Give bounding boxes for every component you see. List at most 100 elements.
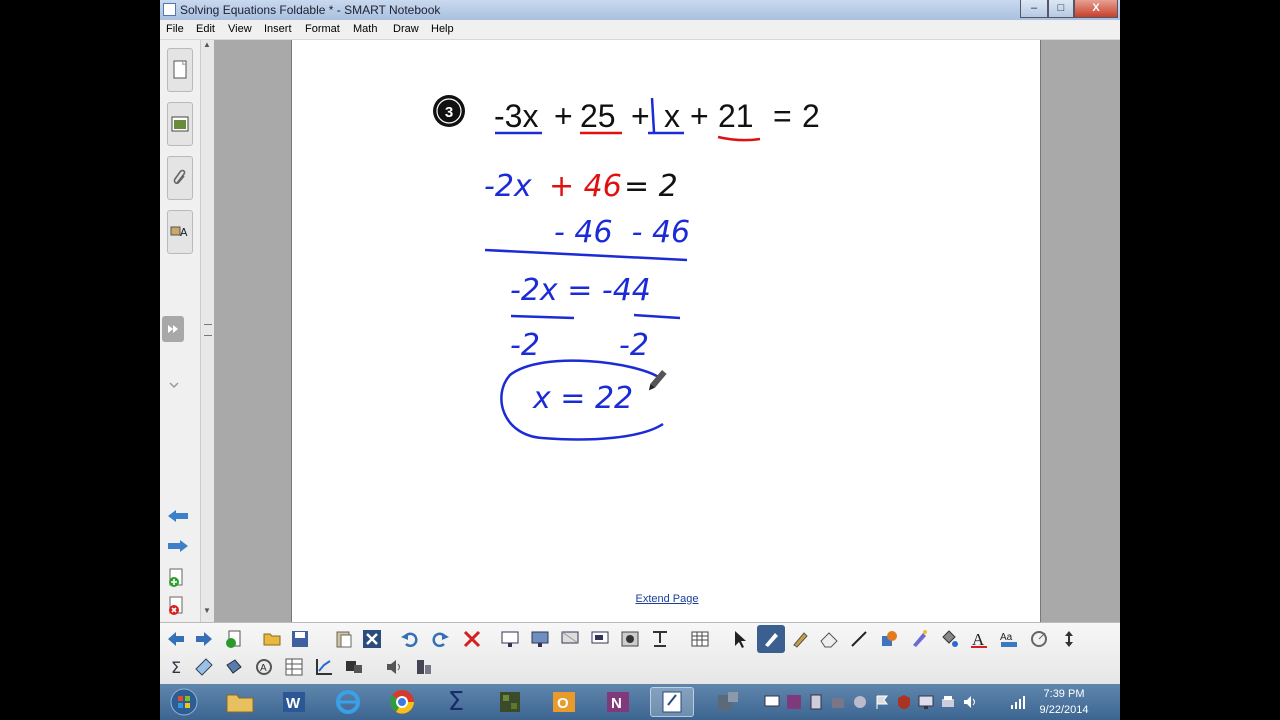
sum-button[interactable]: Σ	[164, 655, 188, 679]
select-tool-button[interactable]	[728, 627, 752, 651]
tray-onenote-icon[interactable]	[786, 694, 802, 710]
taskbar-tools[interactable]	[706, 687, 750, 717]
previous-page-button[interactable]	[164, 627, 188, 651]
menu-view[interactable]: View	[228, 23, 252, 35]
undo-button[interactable]	[398, 627, 422, 651]
tray-network-icon[interactable]	[1010, 694, 1026, 710]
menu-file[interactable]: File	[166, 23, 184, 35]
tray-settings-icon[interactable]	[852, 694, 868, 710]
screen-capture-button[interactable]	[588, 627, 612, 651]
dual-view-button[interactable]	[558, 627, 582, 651]
chevron-down-icon	[168, 376, 180, 389]
close-button[interactable]: X	[1074, 0, 1118, 18]
taskbar-explorer[interactable]	[218, 687, 262, 717]
paste-button[interactable]	[332, 627, 356, 651]
activity-builder-button[interactable]	[342, 655, 366, 679]
clock-date[interactable]: 9/22/2014	[1034, 704, 1094, 716]
open-file-button[interactable]	[260, 627, 284, 651]
start-button[interactable]	[162, 687, 206, 717]
geometry-button[interactable]	[412, 655, 436, 679]
properties-tab[interactable]: A	[167, 210, 193, 254]
menu-draw[interactable]: Draw	[393, 23, 419, 35]
gallery-button[interactable]	[618, 627, 642, 651]
properties-button[interactable]: Aa	[997, 627, 1021, 651]
tray-device-icon[interactable]	[808, 694, 824, 710]
svg-text:Aa: Aa	[1000, 632, 1013, 643]
back-arrow-icon[interactable]	[166, 508, 190, 529]
spreadsheet-button[interactable]	[282, 655, 306, 679]
taskbar-outlook[interactable]: O	[542, 687, 586, 717]
gallery-tab[interactable]	[167, 102, 193, 146]
tray-smart-board-icon[interactable]	[764, 694, 780, 710]
delete-button[interactable]	[360, 627, 384, 651]
scroll-up-icon[interactable]: ▲	[203, 40, 213, 50]
add-page-icon[interactable]	[168, 568, 186, 593]
save-button[interactable]	[288, 627, 312, 651]
screen-shade-button[interactable]	[498, 627, 522, 651]
taskbar-onenote[interactable]: N	[596, 687, 640, 717]
clear-button[interactable]	[460, 627, 484, 651]
tray-flag-icon[interactable]	[874, 694, 890, 710]
ruler-button[interactable]	[192, 655, 216, 679]
taskbar-internet-explorer[interactable]	[326, 687, 370, 717]
tray-tools-icon[interactable]	[830, 694, 846, 710]
taskbar-smart-math[interactable]: Σ	[434, 687, 478, 717]
sidebar-scrollbar[interactable]: ▲ ▼	[200, 40, 214, 622]
menu-edit[interactable]: Edit	[196, 23, 215, 35]
geometry-icon	[417, 660, 431, 674]
attachments-tab[interactable]	[167, 156, 193, 200]
add-page-button[interactable]	[222, 627, 246, 651]
clock-time[interactable]: 7:39 PM	[1039, 688, 1089, 700]
text-tool-button[interactable]: A	[967, 627, 991, 651]
protractor-icon	[1031, 631, 1047, 647]
sound-button[interactable]	[382, 655, 406, 679]
math-tools-button[interactable]: A	[252, 655, 276, 679]
extend-page-link[interactable]: Extend Page	[292, 593, 1042, 605]
forward-arrow-icon[interactable]	[166, 538, 190, 559]
menu-help[interactable]: Help	[431, 23, 454, 35]
measurement-tools-button[interactable]	[1027, 627, 1051, 651]
collapse-sidebar-button[interactable]	[162, 316, 184, 342]
taskbar-game[interactable]	[488, 687, 532, 717]
toolbar-move-button[interactable]	[1057, 627, 1081, 651]
tray-display-icon[interactable]	[918, 694, 934, 710]
scroll-down-icon[interactable]: ▼	[203, 606, 213, 616]
scroll-grip[interactable]	[204, 324, 212, 336]
taskbar-chrome[interactable]	[380, 687, 424, 717]
maximize-button[interactable]: □	[1048, 0, 1074, 18]
compass-button[interactable]	[222, 655, 246, 679]
taskbar-word[interactable]: W	[272, 687, 316, 717]
taskbar-smart-notebook[interactable]	[650, 687, 694, 717]
pen-tool-button[interactable]	[757, 625, 785, 653]
minimize-button[interactable]: –	[1020, 0, 1048, 18]
menu-math[interactable]: Math	[353, 23, 377, 35]
menu-bar: File Edit View Insert Format Math Draw H…	[160, 20, 1120, 40]
creative-pen-button[interactable]	[788, 627, 812, 651]
tray-security-icon[interactable]	[896, 694, 912, 710]
next-page-button[interactable]	[192, 627, 216, 651]
line-tool-button[interactable]	[847, 627, 871, 651]
svg-text:A: A	[180, 226, 188, 239]
undo-icon	[401, 632, 418, 648]
full-screen-icon	[531, 631, 549, 647]
menu-insert[interactable]: Insert	[264, 23, 292, 35]
delete-page-icon[interactable]	[168, 596, 186, 621]
graph-button[interactable]	[312, 655, 336, 679]
tray-volume-icon[interactable]	[962, 694, 978, 710]
fill-button[interactable]	[937, 627, 961, 651]
redo-button[interactable]	[428, 627, 452, 651]
magic-pen-button[interactable]	[907, 627, 931, 651]
notebook-page[interactable]: 3 -3x + 25 + x + 21 = 2 -2x + 46 = 2 - 4…	[291, 40, 1041, 622]
page-sorter-tab[interactable]	[167, 48, 193, 92]
full-screen-button[interactable]	[528, 627, 552, 651]
menu-format[interactable]: Format	[305, 23, 340, 35]
math-tools-icon: A	[256, 659, 272, 675]
up-down-arrow-icon	[1065, 631, 1073, 647]
document-camera-button[interactable]	[648, 627, 672, 651]
eraser-button[interactable]	[817, 627, 841, 651]
tray-printer-icon[interactable]	[940, 694, 956, 710]
table-button[interactable]	[688, 627, 712, 651]
shapes-button[interactable]	[877, 627, 901, 651]
work-line4-left: -2	[510, 328, 540, 363]
eq-term-1: -3x	[494, 98, 538, 134]
